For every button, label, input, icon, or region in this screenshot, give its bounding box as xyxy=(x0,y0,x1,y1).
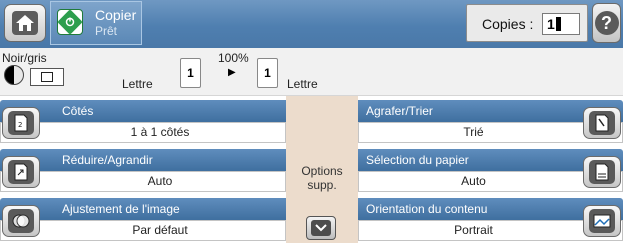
resize-page-icon[interactable] xyxy=(2,156,40,188)
copier-status-panel: Copier Prêt xyxy=(50,1,142,45)
option-value: Par défaut xyxy=(0,220,286,241)
option-value: 1 à 1 côtés xyxy=(0,122,286,143)
more-options-label: Options supp. xyxy=(286,164,358,192)
option-image-adjust[interactable]: Ajustement de l'image Par défaut xyxy=(0,196,286,243)
option-label: Côtés xyxy=(0,100,286,122)
option-reduce-enlarge[interactable]: Réduire/Agrandir Auto xyxy=(0,147,286,194)
more-options-line1: Options xyxy=(301,164,343,178)
contrast-icon xyxy=(4,65,24,85)
target-count-box: 1 xyxy=(257,58,278,88)
option-value: Auto xyxy=(0,171,286,192)
more-options-panel: Options supp. xyxy=(286,96,358,243)
home-icon xyxy=(12,11,38,35)
color-mode-label: Noir/gris xyxy=(2,51,47,65)
page-icon xyxy=(41,72,53,82)
paper-tray-icon[interactable] xyxy=(583,156,621,188)
zoom-label: 100% xyxy=(218,51,249,65)
copies-label: Copies : xyxy=(482,16,534,32)
source-count-box: 1 xyxy=(180,58,201,88)
option-label: Ajustement de l'image xyxy=(0,198,286,220)
copies-control: Copies : 1 xyxy=(466,4,588,42)
duplex-page-icon[interactable]: 2 xyxy=(2,107,40,139)
app-title: Copier xyxy=(95,7,137,23)
text-cursor xyxy=(555,17,561,31)
page-preview-icon xyxy=(30,68,64,86)
help-button[interactable]: ? xyxy=(592,3,621,43)
arrow-right-icon: ▶ xyxy=(228,67,236,78)
option-sides[interactable]: Côtés 1 à 1 côtés xyxy=(0,98,286,145)
chevron-down-icon xyxy=(311,220,331,236)
image-adjust-icon[interactable] xyxy=(2,205,40,237)
staple-icon[interactable] xyxy=(583,107,621,139)
more-options-line2: supp. xyxy=(307,178,337,192)
target-paper-label: Lettre xyxy=(287,77,318,91)
options-area: Côtés 1 à 1 côtés Réduire/Agrandir Auto … xyxy=(0,96,623,243)
svg-text:2: 2 xyxy=(18,121,22,129)
more-options-button[interactable] xyxy=(306,216,336,240)
orientation-icon[interactable] xyxy=(583,205,621,237)
copies-value: 1 xyxy=(547,16,555,32)
copies-input[interactable]: 1 xyxy=(542,13,580,35)
source-paper-label: Lettre xyxy=(122,77,153,91)
start-icon xyxy=(57,9,83,35)
top-bar: Copier Prêt Copies : 1 ? xyxy=(0,0,623,48)
option-label: Réduire/Agrandir xyxy=(0,149,286,171)
start-copy-button[interactable] xyxy=(57,9,83,35)
status-text: Prêt xyxy=(95,24,118,38)
help-icon: ? xyxy=(594,11,619,35)
home-button[interactable] xyxy=(4,4,46,42)
